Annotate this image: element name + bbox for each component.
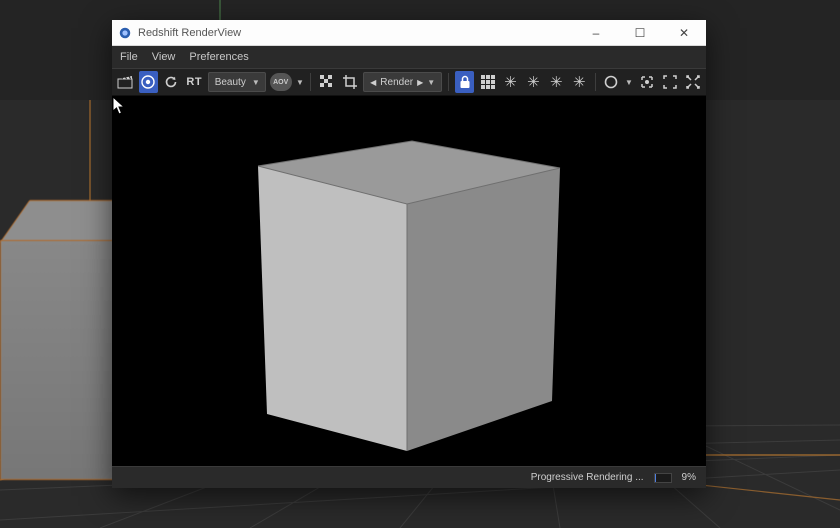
lock-icon[interactable] bbox=[455, 71, 474, 93]
channel-dropdown[interactable]: Beauty ▼ bbox=[208, 72, 266, 92]
render-dropdown[interactable]: ◀ Render ▶ ▼ bbox=[363, 72, 442, 92]
minimize-button[interactable]: – bbox=[574, 20, 618, 46]
chevron-down-icon: ▼ bbox=[252, 78, 260, 87]
render-viewport[interactable] bbox=[112, 96, 706, 466]
chevron-down-icon[interactable]: ▼ bbox=[625, 78, 634, 87]
client-area: File View Preferences RT Beauty ▼ AOV ▼ bbox=[112, 46, 706, 488]
progress-bar bbox=[654, 473, 672, 483]
status-label: Progressive Rendering ... bbox=[531, 472, 644, 483]
chevron-left-icon: ◀ bbox=[370, 78, 376, 87]
refresh-icon[interactable] bbox=[162, 71, 181, 93]
progress-fill bbox=[655, 474, 656, 482]
menu-file[interactable]: File bbox=[120, 51, 138, 63]
status-percent: 9% bbox=[682, 472, 696, 483]
render-dropdown-label: Render bbox=[380, 77, 413, 88]
freeze-icon[interactable]: ✳ bbox=[570, 71, 589, 93]
snapshot-grid-icon[interactable] bbox=[478, 71, 497, 93]
rt-toggle[interactable]: RT bbox=[185, 71, 204, 93]
close-button[interactable]: ✕ bbox=[662, 20, 706, 46]
freeze-icon[interactable]: ✳ bbox=[547, 71, 566, 93]
window-title: Redshift RenderView bbox=[138, 27, 241, 39]
menu-view[interactable]: View bbox=[152, 51, 176, 63]
chevron-down-icon: ▼ bbox=[427, 78, 435, 87]
maximize-button[interactable]: ☐ bbox=[618, 20, 662, 46]
aov-badge[interactable]: AOV bbox=[270, 71, 292, 93]
statusbar: Progressive Rendering ... 9% bbox=[112, 466, 706, 488]
app-icon bbox=[118, 26, 132, 40]
toolbar: RT Beauty ▼ AOV ▼ ◀ Render ▶ ▼ bbox=[112, 68, 706, 96]
circle-icon[interactable] bbox=[602, 71, 621, 93]
chevron-down-icon[interactable]: ▼ bbox=[296, 78, 305, 87]
checker-icon[interactable] bbox=[317, 71, 336, 93]
freeze-icon[interactable]: ✳ bbox=[524, 71, 543, 93]
menu-preferences[interactable]: Preferences bbox=[189, 51, 248, 63]
pick-target-icon[interactable] bbox=[637, 71, 656, 93]
rendered-cube bbox=[112, 96, 706, 466]
play-icon[interactable] bbox=[139, 71, 158, 93]
renderview-window: Redshift RenderView – ☐ ✕ File View Pref… bbox=[112, 20, 706, 488]
chevron-right-icon: ▶ bbox=[417, 78, 423, 87]
expand-icon[interactable] bbox=[683, 71, 702, 93]
crop-icon[interactable] bbox=[340, 71, 359, 93]
channel-dropdown-value: Beauty bbox=[215, 77, 246, 88]
titlebar[interactable]: Redshift RenderView – ☐ ✕ bbox=[112, 20, 706, 46]
fit-icon[interactable] bbox=[660, 71, 679, 93]
menubar: File View Preferences bbox=[112, 46, 706, 68]
freeze-icon[interactable]: ✳ bbox=[501, 71, 520, 93]
clapper-icon[interactable] bbox=[116, 71, 135, 93]
